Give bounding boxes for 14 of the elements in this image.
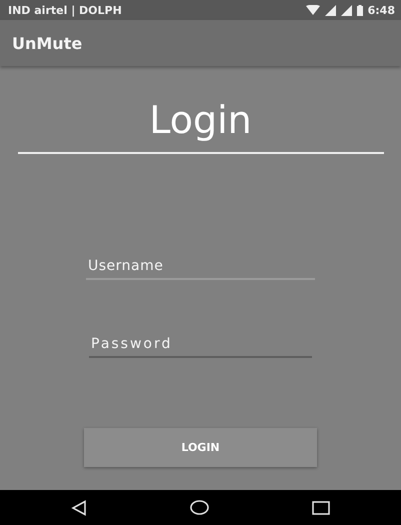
login-button[interactable]: LOGIN bbox=[84, 428, 317, 467]
signal-icon bbox=[324, 4, 336, 16]
back-icon[interactable] bbox=[71, 500, 88, 516]
battery-icon bbox=[356, 4, 363, 16]
recents-icon[interactable] bbox=[312, 500, 330, 514]
carrier-text: IND airtel | DOLPH bbox=[8, 4, 122, 16]
signal-icon bbox=[340, 4, 352, 16]
wifi-icon bbox=[306, 5, 320, 15]
password-field[interactable]: Password bbox=[89, 332, 312, 358]
home-icon[interactable] bbox=[190, 500, 209, 515]
username-field[interactable]: Username bbox=[86, 254, 315, 280]
app-title: UnMute bbox=[12, 34, 82, 52]
clock-text: 6:48 bbox=[368, 4, 395, 16]
login-heading: Login bbox=[149, 97, 252, 144]
